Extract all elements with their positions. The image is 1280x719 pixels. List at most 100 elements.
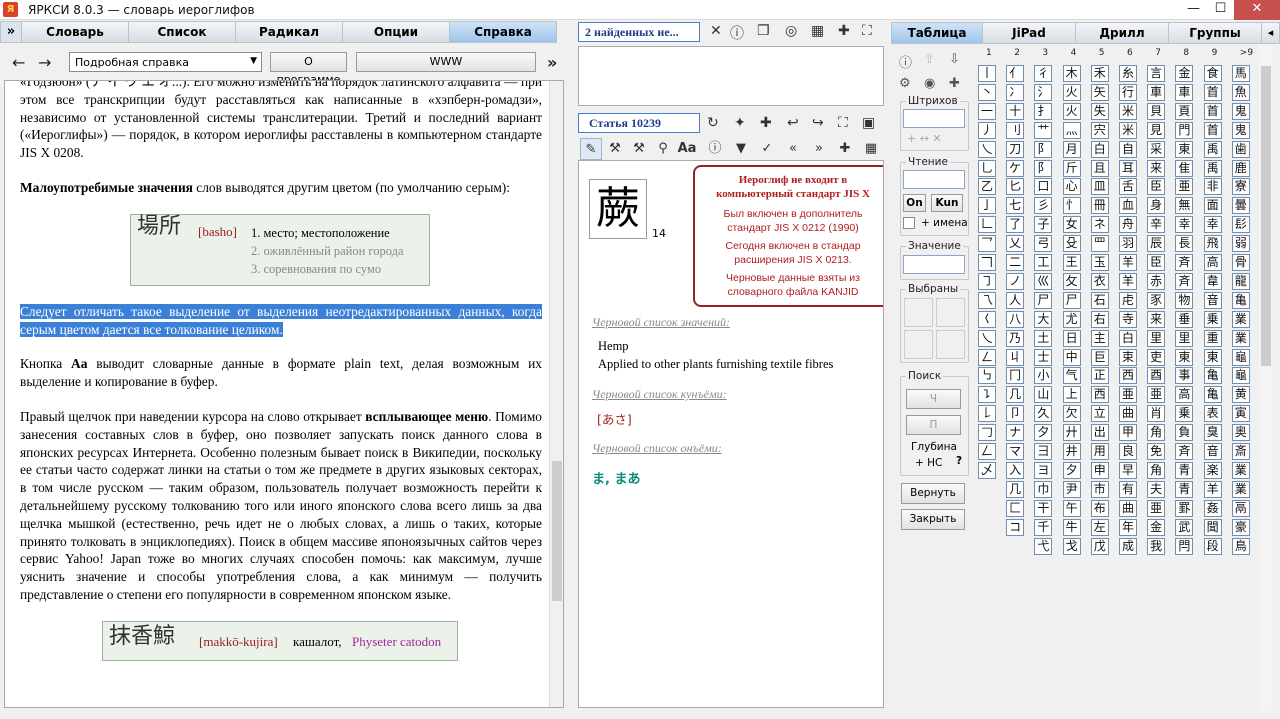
kanji-cell[interactable]: 青: [1175, 461, 1194, 479]
menu-radical[interactable]: Радикал: [236, 21, 343, 43]
kanji-cell[interactable]: 斉: [1175, 272, 1194, 290]
kanji-cell[interactable]: 了: [1006, 216, 1025, 234]
brush-icon[interactable]: ✓: [756, 138, 778, 160]
kanji-cell[interactable]: 口: [1034, 178, 1053, 196]
kanji-cell[interactable]: 隹: [1175, 159, 1194, 177]
kanji-cell[interactable]: 韋: [1203, 272, 1222, 290]
kanji-cell[interactable]: 丶: [978, 83, 996, 101]
kanji-cell[interactable]: 石: [1090, 291, 1109, 309]
search-ch-button[interactable]: Ч: [906, 389, 961, 409]
kanji-cell[interactable]: 市: [1090, 480, 1109, 498]
kanji-cell[interactable]: 物: [1175, 291, 1194, 309]
scrollbar-thumb[interactable]: [552, 461, 562, 601]
kanji-cell[interactable]: 上: [1062, 386, 1081, 404]
search-icon[interactable]: ⚲: [652, 138, 674, 160]
kanji-cell[interactable]: 土: [1034, 329, 1053, 347]
kanji-cell[interactable]: 巾: [1034, 480, 1053, 498]
pin-icon[interactable]: ✚: [760, 115, 772, 131]
kanji-cell[interactable]: 羊: [1203, 480, 1222, 498]
expand-icon[interactable]: ⛶: [862, 23, 872, 39]
kanji-cell[interactable]: 失: [1090, 102, 1109, 120]
kanji-cell[interactable]: 布: [1090, 499, 1109, 517]
kanji-cell[interactable]: 米: [1119, 102, 1137, 120]
kanji-cell[interactable]: 木: [1062, 65, 1081, 82]
kanji-cell[interactable]: 羊: [1119, 254, 1137, 271]
selected-slot[interactable]: [904, 330, 933, 359]
kanji-cell[interactable]: 宍: [1090, 121, 1109, 139]
kanji-cell[interactable]: 龜: [1231, 348, 1250, 366]
kanji-cell[interactable]: 負: [1175, 424, 1194, 442]
kanji-cell[interactable]: 尸: [1062, 291, 1081, 309]
kanji-cell[interactable]: 忄: [1062, 197, 1081, 215]
kanji-cell[interactable]: 罒: [1090, 235, 1109, 253]
kanji-cell[interactable]: 西: [1119, 367, 1137, 385]
kanji-cell[interactable]: 十: [1006, 102, 1025, 120]
kanji-cell[interactable]: 束: [1119, 348, 1137, 366]
down-icon[interactable]: ⇩: [949, 52, 960, 67]
kanji-cell[interactable]: 事: [1175, 367, 1194, 385]
kanji-cell[interactable]: 里: [1175, 329, 1194, 347]
hammer-icon[interactable]: ⚒: [628, 138, 650, 160]
wrench-icon[interactable]: ⚒: [604, 138, 626, 160]
kanji-cell[interactable]: 鬼: [1231, 121, 1250, 139]
kanji-cell[interactable]: 乙: [978, 178, 996, 196]
www-button[interactable]: WWW: [356, 52, 536, 72]
kanji-cell[interactable]: 白: [1090, 140, 1109, 158]
gear-icon[interactable]: ⚙: [899, 76, 911, 91]
kanji-cell[interactable]: 鳥: [1231, 537, 1250, 555]
kanji-cell[interactable]: 肖: [1147, 405, 1166, 423]
found-kanji-list[interactable]: [578, 46, 884, 106]
kanji-cell[interactable]: 千: [1034, 518, 1053, 536]
kanji-cell[interactable]: 女: [1062, 216, 1081, 234]
kanji-cell[interactable]: 良: [1119, 443, 1137, 460]
kanji-cell[interactable]: 舌: [1119, 178, 1137, 196]
kanji-cell[interactable]: 彐: [1034, 443, 1053, 460]
kanji-cell[interactable]: 頁: [1175, 102, 1194, 120]
fullscreen-icon[interactable]: ▣: [862, 115, 875, 131]
kanji-cell[interactable]: 人: [1006, 291, 1025, 309]
kanji-cell[interactable]: 几: [1006, 386, 1025, 404]
network-icon[interactable]: ▦: [811, 23, 824, 39]
kanji-cell[interactable]: ㇉: [978, 367, 996, 385]
kanji-cell[interactable]: 首: [1203, 121, 1222, 139]
kanji-cell[interactable]: 寺: [1119, 310, 1137, 328]
kanji-cell[interactable]: 出: [1090, 424, 1109, 442]
kanji-cell[interactable]: 亜: [1147, 499, 1166, 517]
kanji-cell[interactable]: 七: [1006, 197, 1025, 215]
kanji-cell[interactable]: 八: [1006, 310, 1025, 328]
return-button[interactable]: Вернуть: [901, 483, 965, 504]
kanji-cell[interactable]: 免: [1147, 443, 1166, 460]
kanji-cell[interactable]: 灬: [1062, 121, 1081, 139]
kanji-cell[interactable]: ケ: [1006, 159, 1025, 177]
kanji-cell[interactable]: 艹: [1034, 121, 1053, 139]
kanji-cell[interactable]: 辰: [1147, 235, 1166, 253]
kanji-cell[interactable]: 匕: [1006, 178, 1025, 196]
kanji-cell[interactable]: 阝: [1034, 140, 1053, 158]
kanji-cell[interactable]: 段: [1203, 537, 1222, 555]
kanji-cell[interactable]: 亜: [1147, 386, 1166, 404]
selected-slot[interactable]: [904, 298, 933, 327]
kanji-cell[interactable]: 辛: [1147, 216, 1166, 234]
kanji-cell[interactable]: 左: [1090, 518, 1109, 536]
kanji-cell[interactable]: 卩: [1006, 405, 1025, 423]
kanji-cell[interactable]: 吏: [1147, 348, 1166, 366]
kanji-cell[interactable]: 牛: [1062, 518, 1081, 536]
pin-icon[interactable]: ✚: [834, 138, 856, 160]
tab-table[interactable]: Таблица: [891, 22, 983, 44]
kanji-cell[interactable]: 斎: [1231, 443, 1250, 460]
kanji-cell[interactable]: 来: [1147, 159, 1166, 177]
up-icon[interactable]: ⇧: [924, 52, 935, 67]
kanji-cell[interactable]: 尤: [1062, 310, 1081, 328]
graph-icon[interactable]: ✦: [734, 115, 746, 131]
kanji-cell[interactable]: 一: [978, 102, 996, 120]
kanji-cell[interactable]: 罫: [1175, 499, 1194, 517]
strokes-input[interactable]: [903, 109, 965, 128]
kanji-cell[interactable]: 米: [1119, 121, 1137, 139]
kanji-cell[interactable]: 阝: [1034, 159, 1053, 177]
kanji-cell[interactable]: 西: [1090, 386, 1109, 404]
kanji-cell[interactable]: 久: [1034, 405, 1053, 423]
kanji-cell[interactable]: 匚: [1006, 499, 1025, 517]
forward-icon[interactable]: ↪: [812, 115, 824, 131]
kanji-cell[interactable]: 禾: [1090, 65, 1109, 82]
kanji-cell[interactable]: 車: [1147, 83, 1166, 101]
